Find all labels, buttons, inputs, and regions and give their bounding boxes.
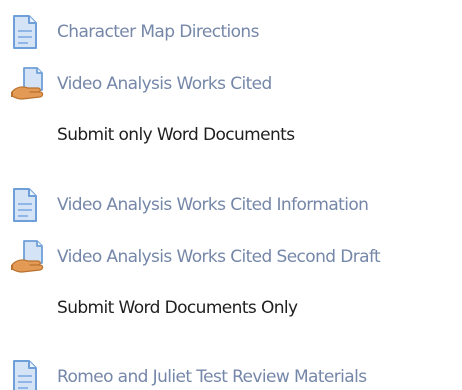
document-icon xyxy=(10,187,50,223)
assignment-hand-icon xyxy=(10,66,50,102)
activity-link[interactable]: Romeo and Juliet Test Review Materials xyxy=(57,367,367,387)
activity-item[interactable]: Video Analysis Works Cited Information xyxy=(0,187,462,223)
document-icon xyxy=(10,359,50,390)
document-icon xyxy=(10,14,50,50)
activity-description: Submit Word Documents Only xyxy=(57,298,298,318)
activity-item[interactable]: Video Analysis Works Cited xyxy=(0,66,462,102)
activity-link[interactable]: Video Analysis Works Cited xyxy=(57,74,272,94)
activity-link[interactable]: Video Analysis Works Cited Second Draft xyxy=(57,247,381,267)
activity-link[interactable]: Character Map Directions xyxy=(57,22,259,42)
activity-link[interactable]: Video Analysis Works Cited Information xyxy=(57,195,369,215)
assignment-hand-icon xyxy=(10,239,50,275)
activity-item[interactable]: Romeo and Juliet Test Review Materials xyxy=(0,359,462,390)
activity-item[interactable]: Video Analysis Works Cited Second Draft xyxy=(0,239,462,275)
activity-description: Submit only Word Documents xyxy=(57,125,295,145)
activity-item[interactable]: Character Map Directions xyxy=(0,14,462,50)
